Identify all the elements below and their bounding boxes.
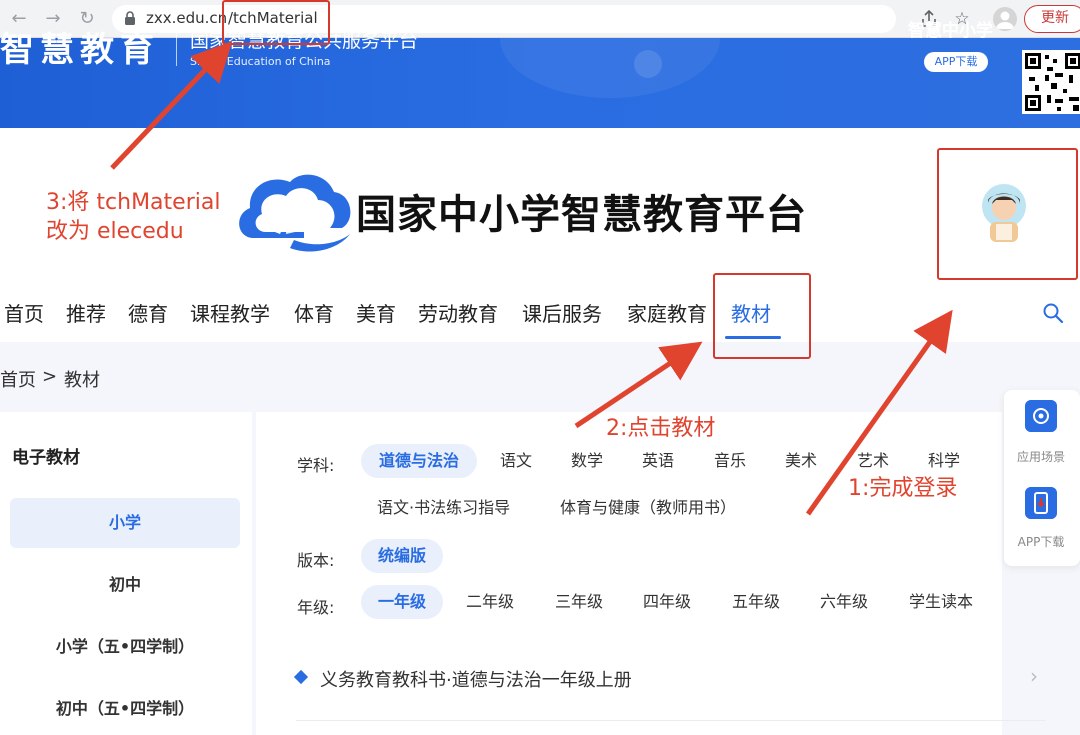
- nav-item-labor[interactable]: 劳动教育: [418, 298, 498, 327]
- nav-item-moral[interactable]: 德育: [128, 298, 168, 327]
- banner-logo[interactable]: 智慧教育: [0, 22, 160, 71]
- grade-chip-2[interactable]: 二年级: [466, 585, 514, 619]
- subject-chip-chinese[interactable]: 语文: [500, 444, 532, 478]
- subject-chip-morality[interactable]: 道德与法治: [361, 444, 477, 478]
- book-divider: [296, 720, 1046, 721]
- platform-name-en: Smart Education of China: [190, 55, 331, 68]
- qr-code-icon: [1022, 50, 1080, 114]
- page: ← → ↻ zxx.edu.cn /tchMaterial ☆ 更新 智慧教育 …: [0, 0, 1080, 735]
- search-icon[interactable]: [1042, 302, 1064, 324]
- annotation-step1: 1:完成登录: [848, 476, 958, 501]
- breadcrumb-current: 教材: [64, 370, 100, 391]
- nav-item-family[interactable]: 家庭教育: [627, 298, 707, 327]
- annotation-step3-line1: 3:将 tchMaterial: [46, 190, 221, 215]
- nav-item-afterschool[interactable]: 课后服务: [522, 298, 602, 327]
- banner-divider: [176, 30, 177, 66]
- nav-item-arts[interactable]: 美育: [356, 298, 396, 327]
- banner-decoration: [500, 38, 720, 98]
- grade-chip-6[interactable]: 六年级: [820, 585, 868, 619]
- sidebar-item-junior[interactable]: 初中: [10, 560, 240, 610]
- nav-item-course[interactable]: 课程教学: [190, 298, 270, 327]
- profile-avatar-icon[interactable]: [993, 7, 1017, 31]
- annotation-step3-line2: 改为 elecedu: [46, 219, 184, 244]
- platform-cloud-logo[interactable]: [234, 168, 354, 254]
- breadcrumb-home[interactable]: 首页: [0, 366, 36, 392]
- nav-item-home[interactable]: 首页: [4, 298, 44, 327]
- chevron-right-icon[interactable]: ›: [1030, 664, 1038, 688]
- sidebar-item-junior-54[interactable]: 初中（五•四学制）: [10, 684, 240, 734]
- app-download-icon[interactable]: [1025, 487, 1057, 519]
- scenes-label[interactable]: 应用场景: [1014, 448, 1068, 465]
- subject-chip-english[interactable]: 英语: [642, 444, 674, 478]
- nav-item-recommend[interactable]: 推荐: [66, 298, 106, 327]
- subject-chip-fine-arts[interactable]: 美术: [785, 444, 817, 478]
- annotation-step2: 2:点击教材: [606, 416, 716, 441]
- grade-chip-1[interactable]: 一年级: [361, 585, 443, 619]
- app-download-button[interactable]: APP下载: [924, 52, 988, 72]
- subject-chip-calligraphy[interactable]: 语文·书法练习指导: [377, 491, 510, 525]
- sidebar-item-primary[interactable]: 小学: [10, 498, 240, 548]
- annotation-box-url: [222, 0, 330, 45]
- grade-chip-4[interactable]: 四年级: [643, 585, 691, 619]
- subject-chip-music[interactable]: 音乐: [714, 444, 746, 478]
- grade-label: 年级:: [297, 598, 335, 617]
- grade-chip-reader[interactable]: 学生读本: [909, 585, 973, 619]
- annotation-box-login: [937, 148, 1078, 280]
- update-button[interactable]: 更新: [1024, 5, 1080, 33]
- nav-item-sports[interactable]: 体育: [294, 298, 334, 327]
- app-title: 智慧中小学: [908, 21, 993, 41]
- book-title[interactable]: 义务教育教科书·道德与法治一年级上册: [320, 666, 632, 692]
- banner-decoration-dot: [634, 50, 662, 78]
- breadcrumb-separator: >: [42, 366, 58, 387]
- scenes-icon[interactable]: [1025, 400, 1057, 432]
- sidebar-title: 电子教材: [12, 448, 80, 468]
- site-title: 国家中小学智慧教育平台: [356, 191, 807, 238]
- grade-chip-3[interactable]: 三年级: [555, 585, 603, 619]
- top-banner: [0, 38, 1080, 128]
- subject-label: 学科:: [297, 456, 335, 475]
- app-download-label[interactable]: APP下载: [1014, 533, 1068, 550]
- edition-chip[interactable]: 统编版: [361, 539, 443, 573]
- grade-chip-5[interactable]: 五年级: [732, 585, 780, 619]
- sidebar-item-primary-54[interactable]: 小学（五•四学制）: [10, 622, 240, 672]
- subject-chip-math[interactable]: 数学: [571, 444, 603, 478]
- annotation-box-textbooks: [713, 273, 811, 359]
- subject-chip-pe-teacher[interactable]: 体育与健康（教师用书）: [560, 491, 736, 525]
- edition-label: 版本:: [297, 551, 335, 570]
